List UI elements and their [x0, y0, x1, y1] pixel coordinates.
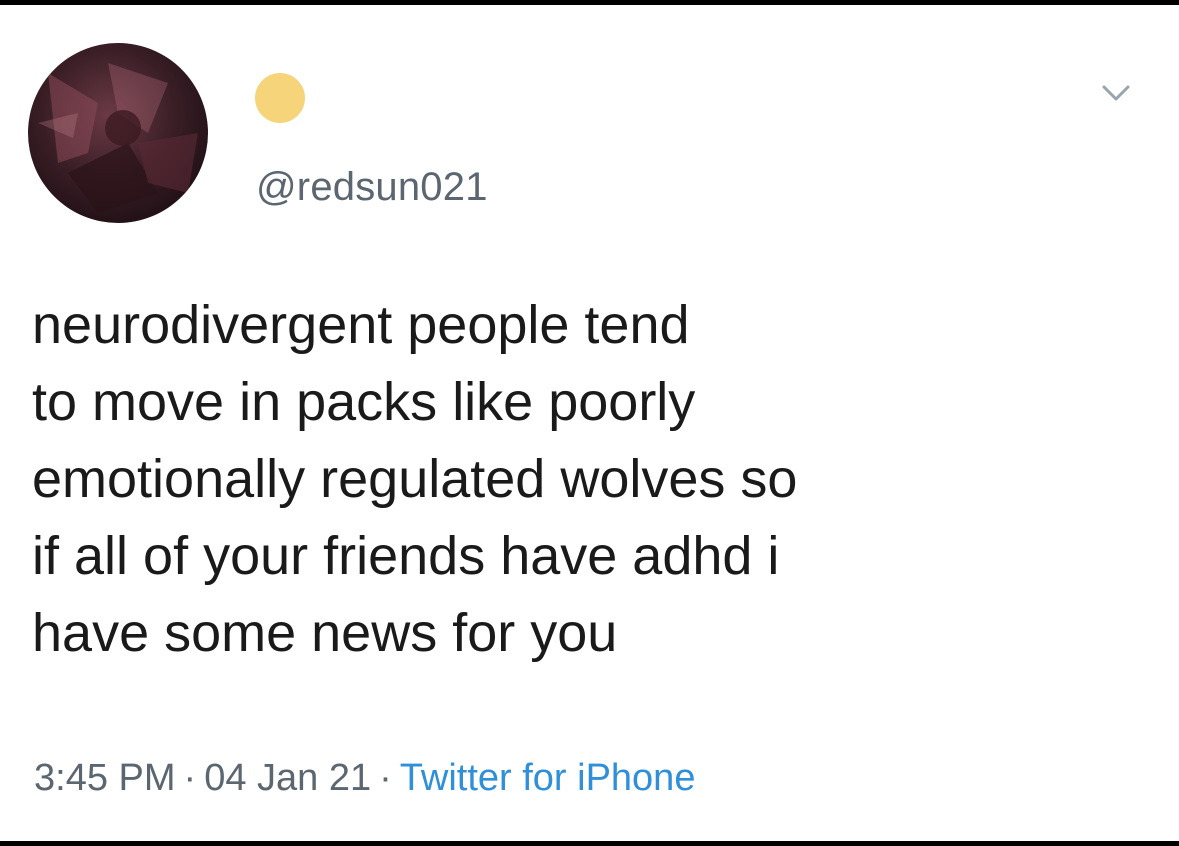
tweet-time[interactable]: 3:45 PM [34, 757, 176, 799]
tweet-text-line: emotionally regulated wolves so [32, 449, 798, 509]
tweet-text-line: to move in packs like poorly [32, 372, 696, 432]
status-dot-icon [255, 73, 305, 123]
tweet-meta: 3:45 PM · 04 Jan 21 · Twitter for iPhone [34, 757, 695, 800]
tweet-source-link[interactable]: Twitter for iPhone [400, 757, 696, 799]
tweet-text: neurodivergent people tend to move in pa… [32, 287, 1152, 672]
user-handle[interactable]: @redsun021 [256, 165, 488, 210]
tweet-date[interactable]: 04 Jan 21 [204, 757, 371, 799]
chevron-down-icon[interactable] [1101, 83, 1131, 105]
meta-separator: · [379, 757, 392, 799]
meta-separator: · [183, 757, 197, 799]
avatar-image [38, 63, 198, 213]
avatar[interactable] [28, 43, 208, 223]
tweet-card: @redsun021 neurodivergent people tend to… [0, 5, 1179, 841]
tweet-text-line: neurodivergent people tend [32, 295, 690, 355]
tweet-text-line: have some news for you [32, 603, 618, 663]
tweet-text-line: if all of your friends have adhd i [32, 526, 780, 586]
